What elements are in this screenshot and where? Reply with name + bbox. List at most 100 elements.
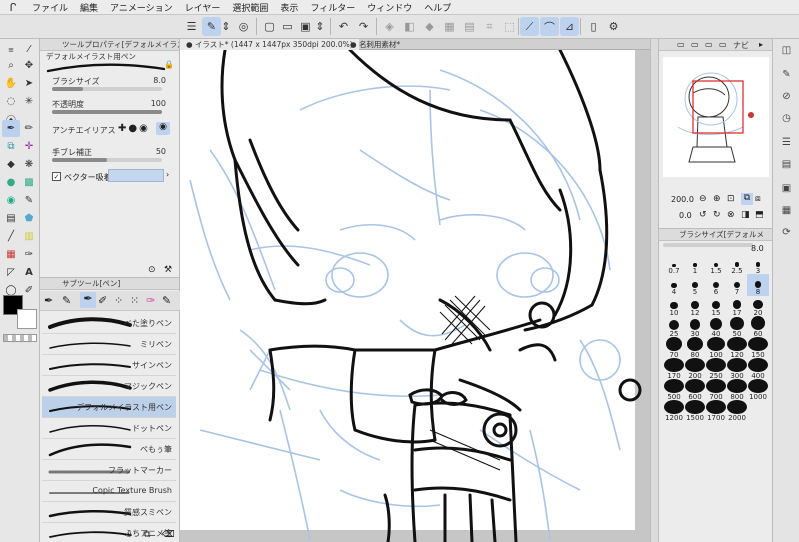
- wrench-icon[interactable]: ⚒: [164, 265, 172, 275]
- color-pen-group-icon[interactable]: ✑: [146, 294, 155, 307]
- invert-icon[interactable]: ▤: [460, 17, 479, 36]
- vector-snap-row[interactable]: ✓ ベクター吸着 ›: [46, 169, 174, 190]
- brush-item[interactable]: ドットペン: [42, 418, 176, 439]
- sub-color-swatch[interactable]: [17, 309, 37, 329]
- brush-size-cell[interactable]: 300: [726, 358, 748, 380]
- brush-tool-icon[interactable]: ⧉: [2, 138, 20, 155]
- device-icon[interactable]: ▯: [584, 17, 603, 36]
- app-logo-icon[interactable]: ᒋ: [0, 1, 26, 14]
- brush-size-cell[interactable]: 2000: [726, 400, 748, 422]
- reset-icon[interactable]: ⊙: [148, 265, 156, 275]
- brush-size-cell[interactable]: 1000: [747, 379, 769, 401]
- select-icon[interactable]: ⬚: [500, 17, 519, 36]
- brush-size-cell[interactable]: 3: [747, 253, 769, 275]
- eraser-tool-icon[interactable]: ◆: [2, 156, 20, 173]
- open-file-icon[interactable]: ▭: [278, 17, 297, 36]
- object-select-icon[interactable]: ➤: [20, 75, 38, 92]
- transparent-color-swatch[interactable]: [3, 334, 37, 342]
- pencil-tool-icon[interactable]: ✏: [20, 120, 38, 137]
- menu-file[interactable]: ファイル: [26, 1, 74, 14]
- panel-icon-3[interactable]: ▭: [705, 40, 713, 49]
- new-file-icon[interactable]: ▢: [260, 17, 279, 36]
- fill-tool-icon[interactable]: ◉: [2, 192, 20, 209]
- brush-size-cell[interactable]: 7: [726, 274, 748, 296]
- brush-size-cell[interactable]: 1200: [663, 400, 685, 422]
- layer-search-icon[interactable]: ◷: [778, 111, 795, 126]
- flip-vertical-icon[interactable]: ⬒: [755, 210, 764, 220]
- stabilization-row[interactable]: 手ブレ補正 50: [46, 147, 174, 165]
- brush-size-cell[interactable]: 0.7: [663, 253, 685, 275]
- sub-tool-tab[interactable]: サブツール[ペン]: [40, 278, 179, 290]
- brush-size-cell[interactable]: 17: [726, 295, 748, 317]
- brush-item[interactable]: フラットマーカー: [42, 460, 176, 481]
- brush-item[interactable]: サインペン: [42, 355, 176, 376]
- fill-icon[interactable]: ◧: [400, 17, 419, 36]
- figure-tool-icon[interactable]: ⬟: [20, 210, 38, 227]
- zoom-out-icon[interactable]: ⊖: [699, 194, 707, 204]
- transform-icon[interactable]: ◆: [420, 17, 439, 36]
- brush-size-slider[interactable]: [52, 87, 162, 91]
- zoom-tool-icon[interactable]: ⌕: [2, 57, 20, 74]
- tab-illustration[interactable]: ● イラスト* (1447 x 1447px 350dpi 200.0%): [180, 39, 359, 50]
- brush-size-cell[interactable]: 50: [726, 316, 748, 338]
- pen-tool-icon[interactable]: ✒: [2, 120, 20, 137]
- brush-size-cell[interactable]: 5: [684, 274, 706, 296]
- brush-size-cell[interactable]: 70: [663, 337, 685, 359]
- brush-size-tab[interactable]: ブラシサイズ[デフォルメ: [659, 229, 772, 241]
- canvas-vertical-scrollbar[interactable]: [650, 39, 658, 542]
- brush-size-cell[interactable]: 12: [684, 295, 706, 317]
- panel-icon-4[interactable]: ▭: [719, 40, 727, 49]
- vector-snap-options[interactable]: [108, 169, 164, 182]
- menu-animation[interactable]: アニメーション: [104, 1, 179, 14]
- menu-help[interactable]: ヘルプ: [418, 1, 457, 14]
- brush-size-cell[interactable]: 4: [663, 274, 685, 296]
- brush-size-cell[interactable]: 500: [663, 379, 685, 401]
- material-icon[interactable]: ⊘: [778, 89, 795, 104]
- download-icon[interactable]: ⇩: [126, 530, 134, 540]
- rotate-left-icon[interactable]: ↺: [699, 210, 707, 220]
- gradient-fill-icon[interactable]: ▤: [2, 210, 20, 227]
- brush-size-cell[interactable]: 1.5: [705, 253, 727, 275]
- settings-icon[interactable]: ⚙: [604, 17, 623, 36]
- layer-stack-icon[interactable]: ▤: [778, 157, 795, 172]
- hamburger-menu-icon[interactable]: ☰: [182, 17, 201, 36]
- correction-tool-icon[interactable]: ✑: [20, 246, 38, 263]
- tab-business-card[interactable]: ● 名刺用素材*: [344, 39, 406, 50]
- brush-item[interactable]: べた塗りペン: [42, 313, 176, 334]
- brush-size-row[interactable]: ブラシサイズ 8.0: [46, 76, 174, 94]
- undo-icon[interactable]: ↶: [334, 17, 353, 36]
- brush-item[interactable]: 質感スミペン: [42, 502, 176, 523]
- menu-view[interactable]: 表示: [274, 1, 304, 14]
- brush-size-cell[interactable]: 2.5: [726, 253, 748, 275]
- ruler-snap-icon[interactable]: ⟋: [520, 17, 539, 36]
- rotate-right-icon[interactable]: ↻: [713, 210, 721, 220]
- brush-size-cell[interactable]: 170: [663, 358, 685, 380]
- brush-item[interactable]: ミリペン: [42, 334, 176, 355]
- brush-size-palette-value[interactable]: 8.0: [751, 244, 764, 253]
- brush-size-cell[interactable]: 25: [663, 316, 685, 338]
- vector-snap-checkbox[interactable]: ✓: [52, 172, 61, 181]
- deselect-icon[interactable]: ▦: [440, 17, 459, 36]
- frame-tool-icon[interactable]: ▦: [2, 246, 20, 263]
- brush-size-cell[interactable]: 250: [705, 358, 727, 380]
- antialias-options-icon[interactable]: ✚●◉: [118, 123, 150, 134]
- toolbar-spinner-icon[interactable]: ⇕: [220, 17, 232, 36]
- crop-icon[interactable]: ⌗: [480, 17, 499, 36]
- fit-icon[interactable]: ⊡: [727, 194, 735, 204]
- layer-list-icon[interactable]: ☰: [778, 135, 795, 150]
- brush-size-palette-slider[interactable]: [663, 243, 753, 247]
- polyline-tool-icon[interactable]: ◸: [2, 264, 20, 281]
- brush-item[interactable]: Copic Texture Brush: [42, 481, 176, 502]
- hand-move-icon[interactable]: ✥: [20, 57, 38, 74]
- snap-icon[interactable]: ◎: [234, 17, 253, 36]
- brush-size-cell[interactable]: 80: [684, 337, 706, 359]
- reset-rotate-icon[interactable]: ⊗: [727, 210, 735, 220]
- brush-size-cell[interactable]: 60: [747, 316, 769, 338]
- panel-menu-icon[interactable]: ▸: [759, 40, 763, 49]
- brush-size-cell[interactable]: 700: [705, 379, 727, 401]
- save-file-icon[interactable]: ▣: [296, 17, 315, 36]
- pen-tool-mode-icon[interactable]: ✎: [202, 17, 221, 36]
- blend-tool-icon[interactable]: ●: [2, 174, 20, 191]
- menu-layer[interactable]: レイヤー: [179, 1, 227, 14]
- layer-folder-icon[interactable]: ▦: [778, 203, 795, 218]
